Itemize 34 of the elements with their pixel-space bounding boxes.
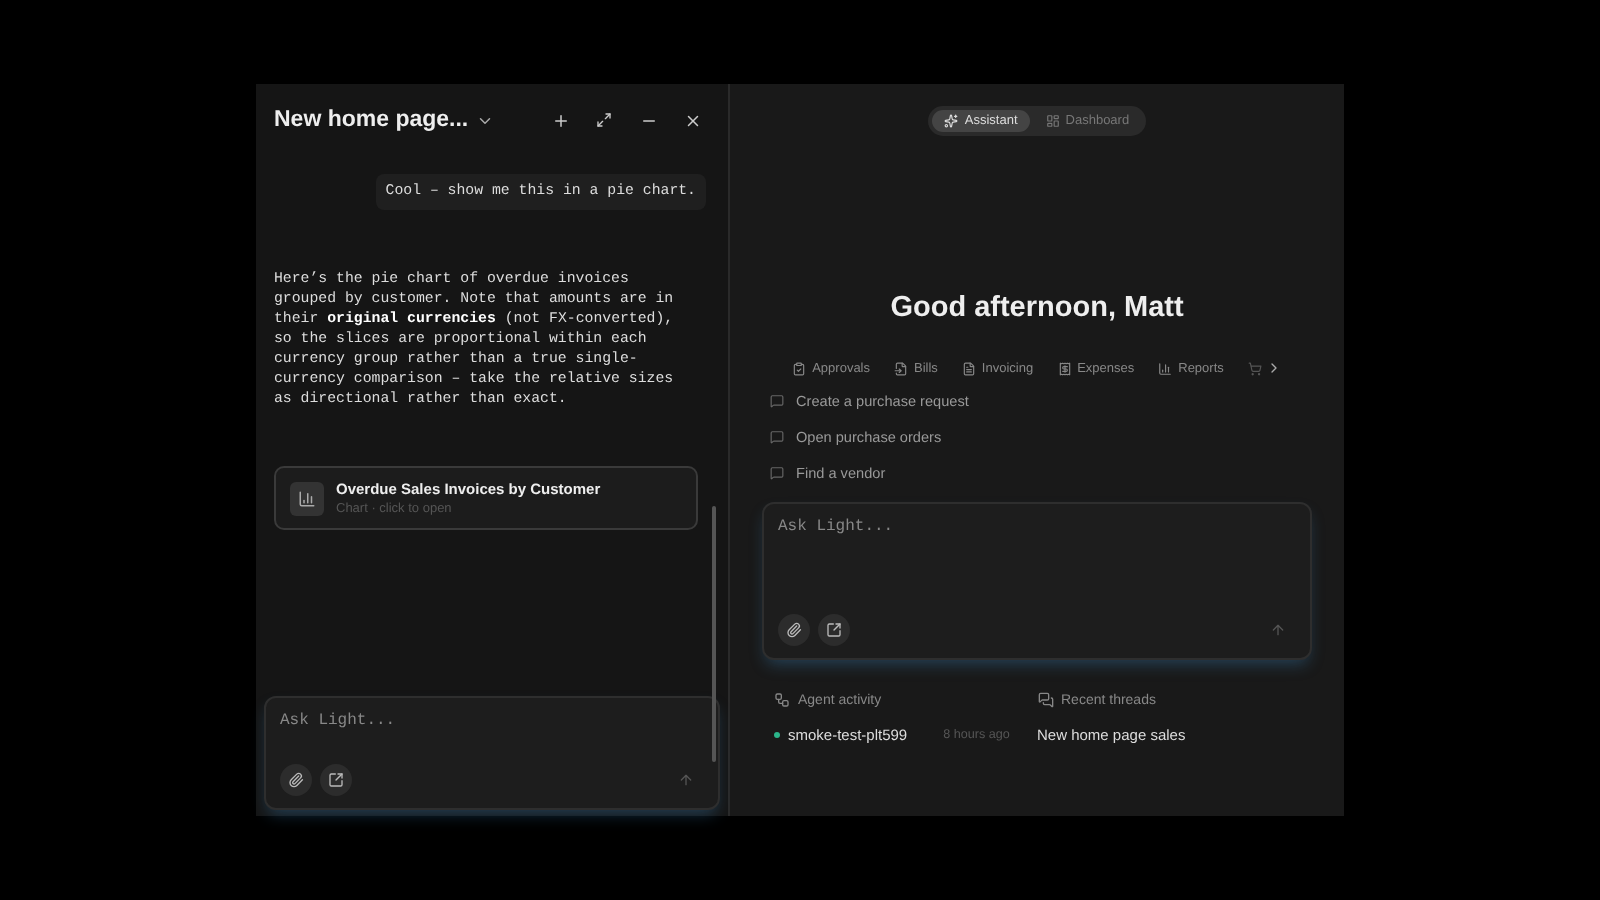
shortcut-icon [961, 361, 976, 375]
chart-icon [290, 481, 324, 515]
attach-button[interactable] [778, 614, 810, 646]
paperclip-icon [786, 622, 802, 638]
chat-composer[interactable]: Ask Light... [264, 696, 720, 810]
shortcut-icon [1158, 361, 1173, 375]
insert-button[interactable] [320, 764, 352, 796]
expand-icon [596, 112, 612, 128]
square-arrow-icon [826, 622, 842, 638]
status-dot [774, 732, 780, 738]
shortcut-icon [894, 361, 908, 375]
square-arrow-icon [328, 772, 344, 788]
chat-bubble-icon [770, 394, 784, 408]
arrow-up-icon [678, 772, 694, 788]
threads-icon [1037, 692, 1053, 708]
chat-bubble-icon [770, 466, 784, 480]
arrow-up-icon [1270, 622, 1286, 638]
message-input[interactable]: Ask Light... [280, 712, 704, 730]
plus-icon [551, 111, 569, 129]
close-icon [683, 111, 701, 129]
chat-bubble-icon [770, 430, 784, 444]
scrollbar[interactable] [712, 506, 716, 762]
insert-button[interactable] [818, 614, 850, 646]
paperclip-icon [288, 772, 304, 788]
shortcut-icon [1057, 361, 1072, 375]
home-composer[interactable]: Ask Light... [762, 502, 1312, 660]
greeting: Good afternoon, Matt [890, 292, 1184, 324]
shortcut-icon [792, 361, 807, 375]
attach-button[interactable] [280, 764, 312, 796]
activity-icon [774, 692, 790, 708]
message-input[interactable]: Ask Light... [778, 518, 1296, 536]
sparkles-icon [944, 114, 959, 128]
chat-title: New home page... [274, 108, 469, 132]
grid-icon [1045, 114, 1060, 128]
